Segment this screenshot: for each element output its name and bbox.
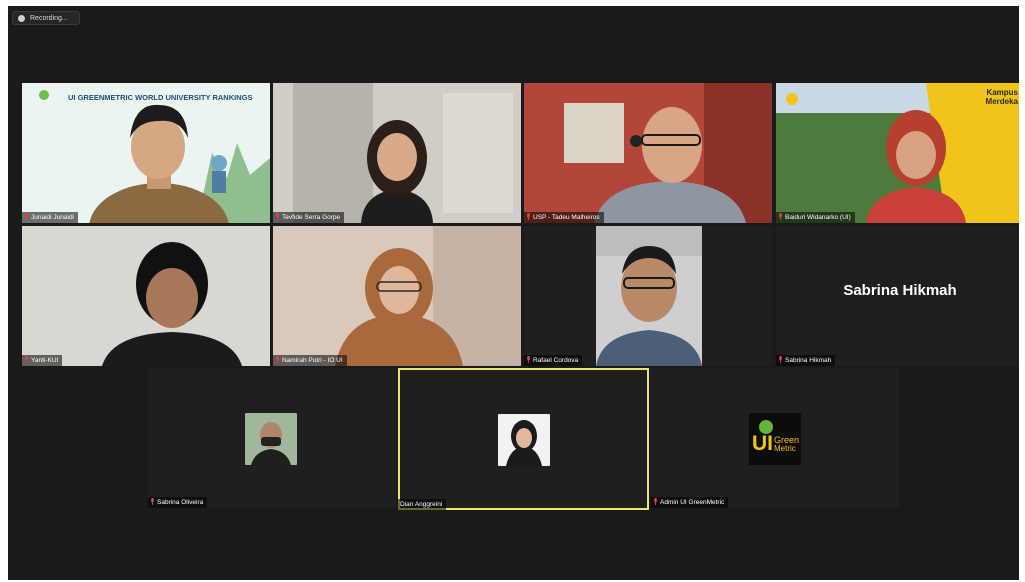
- logo-sub: Metric: [774, 444, 796, 453]
- video-tile-yanti[interactable]: Yanti-KUI: [22, 226, 270, 366]
- participant-name: Namirah Putri - IO UI: [273, 355, 347, 366]
- participant-name: Admin UI GreenMetric: [651, 497, 729, 508]
- mic-muted-icon: [150, 498, 155, 507]
- mic-muted-icon: [526, 356, 531, 365]
- kampus-merdeka-text: Kampus Merdeka: [985, 88, 1018, 106]
- participant-display-name: Sabrina Hikmah: [843, 282, 957, 299]
- participant-name-label: Tevfide Serra Gorpe: [282, 214, 341, 221]
- participant-name-label: Rafael Cordova: [533, 357, 579, 364]
- video-tile-baiduri[interactable]: Kampus Merdeka Baiduri Widanarko (UI): [776, 83, 1019, 223]
- video-feed: [22, 226, 270, 366]
- video-tile-sabrina-oliveira[interactable]: Sabrina Oliveira: [148, 368, 396, 508]
- video-feed: [273, 226, 521, 366]
- video-tile-junaidi[interactable]: UI GREENMETRIC WORLD UNIVERSITY RANKINGS…: [22, 83, 270, 223]
- video-tile-rafael[interactable]: Rafael Cordova: [524, 226, 772, 366]
- video-tile-admin-greenmetric[interactable]: UI Green Metric Admin UI GreenMetric: [651, 368, 899, 508]
- mic-muted-icon: [653, 498, 658, 507]
- participant-name-label: Junaidi Junaidi: [31, 214, 75, 221]
- greenmetric-logo: UI Green Metric: [749, 413, 801, 465]
- participant-name: Sabrina Hikmah: [776, 355, 836, 366]
- video-feed: [596, 226, 702, 366]
- participant-name-label: Sabrina Oliveira: [157, 499, 204, 506]
- participant-name: Junaidi Junaidi: [22, 212, 79, 223]
- mic-muted-icon: [275, 356, 280, 365]
- participant-name: Tevfide Serra Gorpe: [273, 212, 345, 223]
- participant-name-label: USP - Tadeu Malheiros: [533, 214, 600, 221]
- mic-muted-icon: [24, 213, 29, 222]
- video-feed: [273, 83, 521, 223]
- video-tile-tadeu[interactable]: USP - Tadeu Malheiros: [524, 83, 772, 223]
- mic-muted-icon: [24, 356, 29, 365]
- meeting-window: Recording... UI GREENMETRIC WORLD UNIVER…: [8, 6, 1019, 580]
- participant-name-label: Admin UI GreenMetric: [660, 499, 725, 506]
- mic-muted-icon: [275, 213, 280, 222]
- mic-muted-icon: [778, 356, 783, 365]
- video-feed: [776, 83, 1019, 223]
- participant-name-label: Sabrina Hikmah: [785, 357, 832, 364]
- banner-text: UI GREENMETRIC WORLD UNIVERSITY RANKINGS: [68, 93, 253, 102]
- participant-name: Baiduri Widanarko (UI): [776, 212, 855, 223]
- participant-name: USP - Tadeu Malheiros: [524, 212, 604, 223]
- recording-label: Recording...: [30, 14, 68, 22]
- video-feed: [524, 83, 772, 223]
- participant-name: Sabrina Oliveira: [148, 497, 208, 508]
- recording-indicator[interactable]: Recording...: [12, 11, 80, 25]
- participant-name: Dian Anggreini: [398, 499, 447, 510]
- video-tile-dian-active-speaker[interactable]: Dian Anggreini: [398, 368, 649, 510]
- avatar: [245, 413, 297, 465]
- video-feed: [22, 83, 270, 223]
- participant-name: Yanti-KUI: [22, 355, 63, 366]
- video-tile-tevfide[interactable]: Tevfide Serra Gorpe: [273, 83, 521, 223]
- video-tile-sabrina-hikmah[interactable]: Sabrina Hikmah Sabrina Hikmah: [776, 226, 1019, 366]
- participant-name-label: Yanti-KUI: [31, 357, 59, 364]
- participant-name-label: Baiduri Widanarko (UI): [785, 214, 851, 221]
- video-tile-namirah[interactable]: Namirah Putri - IO UI: [273, 226, 521, 366]
- participant-name-label: Namirah Putri - IO UI: [282, 357, 343, 364]
- recording-icon: [18, 14, 25, 22]
- participant-name-label: Dian Anggreini: [400, 501, 443, 508]
- mic-muted-icon: [778, 213, 783, 222]
- avatar: [498, 414, 550, 466]
- logo-letters: UI: [752, 432, 773, 455]
- mic-muted-icon: [526, 213, 531, 222]
- participant-name: Rafael Cordova: [524, 355, 583, 366]
